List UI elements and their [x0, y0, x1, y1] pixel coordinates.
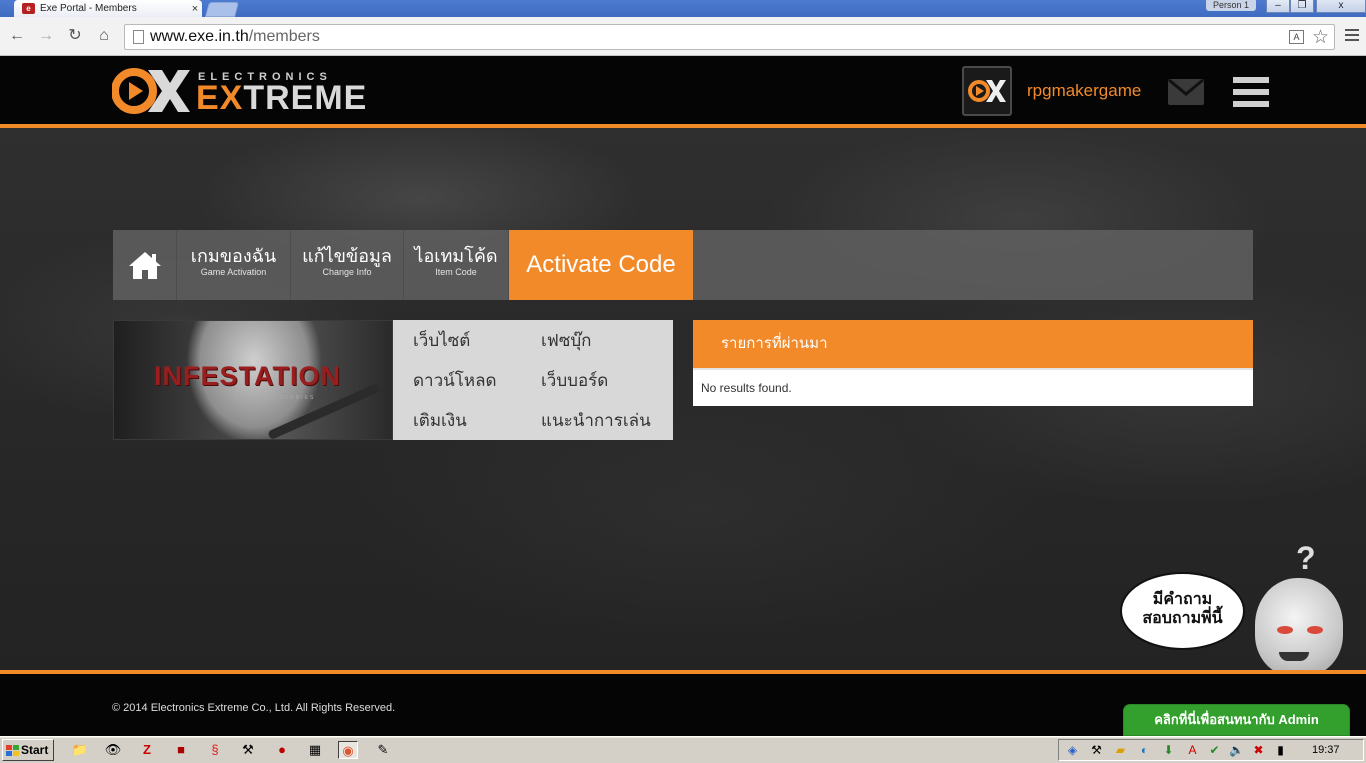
bubble-line-2: สอบถามพี่นี้: [1142, 610, 1223, 627]
clock: 19:37: [1312, 744, 1340, 756]
avatar-logo-icon: [968, 80, 1006, 102]
member-tabs: เกมของฉัน Game Activation แก้ไขข้อมูล Ch…: [113, 230, 1253, 300]
folder-tray-icon[interactable]: ▰: [1113, 743, 1128, 758]
username-link[interactable]: rpgmakergame: [1027, 81, 1141, 101]
site-favicon: e: [22, 3, 35, 14]
start-button[interactable]: Start: [2, 739, 54, 761]
new-tab-button[interactable]: [204, 2, 240, 17]
link-facebook[interactable]: เฟซบุ๊ก: [541, 327, 591, 354]
home-icon: [128, 252, 161, 279]
hamburger-menu-icon[interactable]: [1233, 77, 1269, 113]
logo-text-accent: EX: [196, 79, 244, 117]
tab-item-code[interactable]: ไอเทมโค้ด Item Code: [404, 230, 509, 300]
tools-app-icon[interactable]: ⚒: [238, 741, 258, 759]
mascot-mouth: [1279, 652, 1309, 661]
download-icon[interactable]: ⬇: [1161, 743, 1176, 758]
tray-tools-icon[interactable]: ⚒: [1089, 743, 1104, 758]
swirl-app-icon[interactable]: §: [205, 741, 225, 759]
browser-tab-title: Exe Portal - Members: [40, 3, 137, 14]
network-icon[interactable]: ◐: [1137, 743, 1152, 758]
link-website[interactable]: เว็บไซต์: [413, 327, 470, 354]
mascot-speech-bubble: มีคำถาม สอบถามพี่นี้: [1120, 572, 1245, 650]
site-header: ELECTRONICS EXTREME rpgmakergame: [0, 56, 1366, 128]
link-topup[interactable]: เติมเงิน: [413, 407, 467, 434]
tab-close-icon[interactable]: ×: [188, 3, 202, 15]
chrome-taskbar-icon[interactable]: ◉: [338, 741, 358, 759]
game-banner-image[interactable]: INFESTATION SURVIVOR STORIES: [113, 320, 393, 440]
signal-icon[interactable]: ▮: [1273, 743, 1288, 758]
explorer-icon[interactable]: 📁: [70, 741, 90, 759]
banner-title: INFESTATION: [154, 361, 341, 391]
url-host: www.exe.in.th: [150, 28, 249, 45]
profile-badge[interactable]: Person 1: [1205, 0, 1256, 11]
mascot-head-icon: [1255, 578, 1343, 676]
page-viewport: ELECTRONICS EXTREME rpgmakergame เกมของฉ…: [0, 56, 1366, 736]
chat-with-admin-button[interactable]: คลิกที่นี่เพื่อสนทนากับ Admin: [1123, 704, 1350, 736]
shield-icon[interactable]: ◈: [1065, 743, 1080, 758]
tab-game-activation[interactable]: เกมของฉัน Game Activation: [177, 230, 291, 300]
z-app-icon[interactable]: Z: [137, 741, 157, 759]
game-app-icon[interactable]: ■: [171, 741, 191, 759]
eye-app-icon[interactable]: 👁: [103, 741, 123, 759]
question-mark-icon: ?: [1296, 540, 1316, 576]
link-webboard[interactable]: เว็บบอร์ด: [541, 367, 608, 394]
start-label: Start: [21, 743, 49, 757]
window-close-button[interactable]: x: [1316, 0, 1366, 13]
tab-change-info-sublabel: Change Info: [322, 267, 372, 277]
tab-home[interactable]: [113, 230, 177, 300]
logo-text-big: EXTREME: [196, 80, 367, 116]
history-empty-message: No results found.: [693, 368, 1253, 406]
logo-mark-icon: [112, 68, 190, 114]
reload-icon[interactable]: ↻: [66, 27, 84, 45]
banner-subtitle: SURVIVOR STORIES: [234, 395, 316, 401]
tab-game-activation-label: เกมของฉัน: [190, 246, 277, 266]
check-icon[interactable]: ✔: [1207, 743, 1222, 758]
window-minimize-button[interactable]: –: [1266, 0, 1290, 13]
address-bar[interactable]: www.exe.in.th/members A ☆: [124, 24, 1335, 50]
copyright-text: © 2014 Electronics Extreme Co., Ltd. All…: [112, 702, 396, 714]
url-path: /members: [248, 28, 320, 45]
os-taskbar: Start 📁 👁 Z ■ § ⚒ ● ▦ ◉ ✎ ◈ ⚒ ▰ ◐ ⬇ A ✔ …: [0, 736, 1366, 763]
translate-icon[interactable]: A: [1289, 30, 1304, 44]
tab-game-activation-sublabel: Game Activation: [200, 267, 267, 277]
browser-tab-strip: e Exe Portal - Members × Person 1 – ❐ x: [0, 0, 1366, 17]
exe-logo[interactable]: ELECTRONICS EXTREME: [112, 65, 366, 117]
home-icon[interactable]: ⌂: [95, 27, 113, 45]
logo-text-rest: TREME: [243, 79, 368, 117]
page-icon: [133, 30, 144, 44]
history-panel: รายการที่ผ่านมา No results found.: [693, 320, 1253, 406]
terminal-app-icon[interactable]: ▦: [305, 741, 325, 759]
window-maximize-button[interactable]: ❐: [1290, 0, 1314, 13]
forward-arrow-icon[interactable]: →: [37, 27, 55, 45]
game-links-panel: เว็บไซต์ เฟซบุ๊ก ดาวน์โหลด เว็บบอร์ด เติ…: [393, 320, 673, 440]
link-download[interactable]: ดาวน์โหลด: [413, 367, 497, 394]
windows-flag-icon: [6, 744, 19, 756]
alert-icon[interactable]: ✖: [1251, 743, 1266, 758]
tab-item-code-label: ไอเทมโค้ด: [414, 246, 498, 266]
mascot-eye-right: [1307, 626, 1323, 634]
system-tray: ◈ ⚒ ▰ ◐ ⬇ A ✔ 🔈 ✖ ▮ 19:37: [1058, 739, 1364, 761]
tab-change-info-label: แก้ไขข้อมูล: [302, 246, 392, 266]
red-app-icon[interactable]: ●: [272, 741, 292, 759]
history-title: รายการที่ผ่านมา: [693, 320, 1253, 368]
tab-change-info[interactable]: แก้ไขข้อมูล Change Info: [291, 230, 404, 300]
volume-icon[interactable]: 🔈: [1229, 743, 1244, 758]
tab-item-code-sublabel: Item Code: [435, 267, 477, 277]
back-arrow-icon[interactable]: ←: [8, 27, 26, 45]
avatar[interactable]: [962, 66, 1012, 116]
adobe-icon[interactable]: A: [1185, 743, 1200, 758]
link-how-to-play[interactable]: แนะนำการเล่น: [541, 407, 651, 434]
mascot-eye-left: [1277, 626, 1293, 634]
chrome-menu-icon[interactable]: [1345, 29, 1359, 44]
star-icon[interactable]: ☆: [1312, 26, 1329, 49]
tab-activate-code[interactable]: Activate Code: [509, 230, 693, 300]
browser-toolbar: ← → ↻ ⌂ www.exe.in.th/members A ☆: [0, 17, 1366, 56]
bubble-line-1: มีคำถาม: [1152, 591, 1213, 608]
paint-app-icon[interactable]: ✎: [373, 741, 393, 759]
browser-tab[interactable]: e Exe Portal - Members ×: [14, 0, 202, 17]
mail-icon[interactable]: [1168, 79, 1204, 105]
